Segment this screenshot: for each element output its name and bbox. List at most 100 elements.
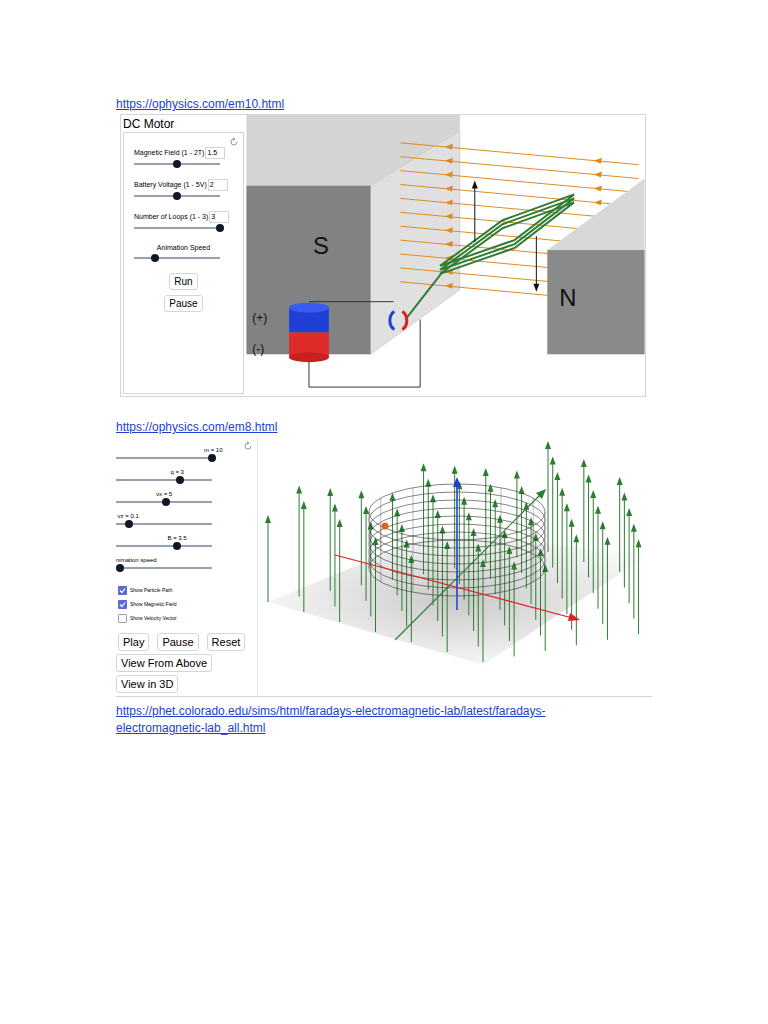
slider-track[interactable] <box>134 195 220 197</box>
slider-knob[interactable] <box>116 564 124 572</box>
field-arrow <box>358 490 364 585</box>
slider-knob[interactable] <box>173 192 181 200</box>
slider-knob[interactable] <box>151 254 159 262</box>
north-magnet-top <box>547 179 644 250</box>
field-arrow <box>301 501 307 612</box>
slider-knob[interactable] <box>162 498 170 506</box>
axle <box>405 274 441 320</box>
checkbox-row[interactable]: Show Velocity Vector <box>118 611 257 625</box>
particle-dot <box>382 523 389 530</box>
field-arrow <box>296 485 302 596</box>
slider-knob[interactable] <box>125 520 133 528</box>
coil-loop <box>440 194 574 265</box>
controls-box: Magnetic Field (1 - 2T)1.5 Battery Voltag… <box>123 132 244 394</box>
south-magnet-front <box>246 185 370 354</box>
slider-track[interactable] <box>116 523 212 525</box>
checkbox-row[interactable]: Show Magnetic Field <box>118 597 257 611</box>
view-button[interactable]: View in 3D <box>116 675 178 693</box>
field-arrow <box>600 521 606 624</box>
field-arrow <box>519 486 525 573</box>
field-arrow <box>569 519 575 630</box>
field-arrow <box>621 493 627 588</box>
field-arrow <box>480 559 486 662</box>
check-icon <box>119 601 126 608</box>
field-arrow <box>545 441 551 552</box>
slider-track[interactable] <box>134 257 220 259</box>
slider-label: B = 3.5 <box>116 534 257 542</box>
control-button[interactable]: Play <box>118 633 149 651</box>
north-magnet-front <box>547 250 644 354</box>
control-button[interactable]: Pause <box>164 295 202 312</box>
slider-track[interactable] <box>116 545 212 547</box>
particle-sim-screenshot: m = 10 q = 3 vx = 5 vz = 0.1 B = 3.5 nimation… <box>116 437 652 697</box>
field-arrow <box>425 479 431 590</box>
slider-knob[interactable] <box>216 224 224 232</box>
view-button[interactable]: View From Above <box>116 654 212 672</box>
checkbox[interactable] <box>118 586 127 595</box>
slider-row: nimation speed <box>116 551 257 573</box>
value-input[interactable]: 2 <box>208 179 228 191</box>
positive-label: (+) <box>252 311 267 325</box>
floor-plane <box>268 532 648 665</box>
checkbox-row[interactable]: Show Particle Path <box>118 583 257 597</box>
control-button[interactable]: Reset <box>207 633 246 651</box>
link[interactable]: https://ophysics.com/em10.html <box>116 96 768 112</box>
slider-track[interactable] <box>134 163 220 165</box>
slider-track[interactable] <box>116 501 212 503</box>
slider-label: m = 10 <box>116 446 257 454</box>
field-arrow <box>399 524 405 611</box>
commutator-icon <box>390 312 394 330</box>
field-arrow <box>631 524 637 619</box>
slider-knob[interactable] <box>173 542 181 550</box>
slider-label: q = 3 <box>116 468 257 476</box>
slider-label: nimation speed <box>116 556 257 564</box>
field-arrow <box>511 561 517 656</box>
battery-icon <box>289 303 329 363</box>
slider-track[interactable] <box>116 567 212 569</box>
slider-knob[interactable] <box>173 160 181 168</box>
field-arrow <box>492 499 498 594</box>
slider-label: vz = 0.1 <box>116 512 257 520</box>
field-arrow <box>595 506 601 609</box>
link[interactable]: https://ophysics.com/em8.html <box>116 419 768 435</box>
slider-track[interactable] <box>116 479 212 481</box>
field-line <box>400 143 638 165</box>
slider-row: Battery Voltage (1 - 5V)2 <box>134 179 233 197</box>
control-panel: DC MotorMagnetic Field (1 - 2T)1.5Batter… <box>121 115 246 396</box>
field-arrow <box>497 515 503 610</box>
field-arrow <box>439 525 445 636</box>
field-arrow <box>636 539 642 634</box>
control-button[interactable]: Run <box>169 273 197 290</box>
slider-row: vz = 0.1 <box>116 507 257 529</box>
checkbox-label: Show Particle Path <box>130 587 172 594</box>
checkbox[interactable] <box>118 614 127 623</box>
field-line <box>400 171 638 193</box>
value-input[interactable]: 1.5 <box>205 147 225 159</box>
link[interactable]: https://phet.colorado.edu/sims/html/fara… <box>116 703 596 737</box>
value-input[interactable]: 3 <box>209 211 229 223</box>
field-arrow <box>626 508 632 603</box>
field-arrow <box>617 477 623 572</box>
control-button[interactable]: Pause <box>157 633 198 651</box>
slider-knob[interactable] <box>176 476 184 484</box>
slider-label: Battery Voltage (1 - 5V) <box>134 180 207 190</box>
field-arrow <box>363 506 369 601</box>
x-axis <box>335 555 576 619</box>
dc-motor-screenshot: DC MotorMagnetic Field (1 - 2T)1.5Batter… <box>120 114 646 397</box>
checkbox-label: Show Velocity Vector <box>130 615 177 622</box>
slider-track[interactable] <box>116 457 212 459</box>
checkbox[interactable] <box>118 600 127 609</box>
force-up-arrow <box>474 186 475 242</box>
field-arrow <box>554 472 560 583</box>
refresh-icon[interactable] <box>243 441 253 451</box>
refresh-icon[interactable] <box>229 137 239 147</box>
slider-label: Magnetic Field (1 - 2T) <box>134 148 204 158</box>
slider-label: vx = 5 <box>116 490 257 498</box>
slider-track[interactable] <box>134 227 220 229</box>
field-arrow <box>430 494 436 605</box>
slider-label: Animation Speed <box>157 243 210 253</box>
field-arrow <box>542 564 548 651</box>
field-arrow <box>586 475 592 578</box>
slider-knob[interactable] <box>208 454 216 462</box>
field-arrow <box>590 490 596 593</box>
